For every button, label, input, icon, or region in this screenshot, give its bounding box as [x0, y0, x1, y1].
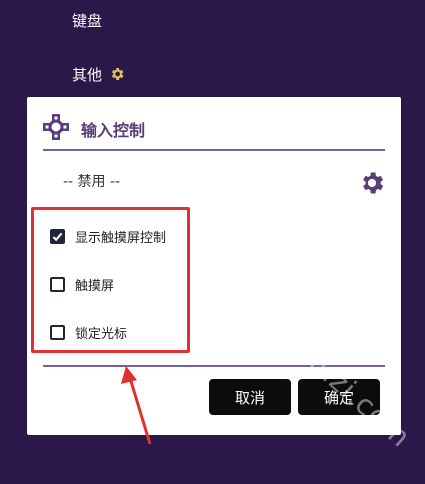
checkbox-unchecked-icon[interactable] — [50, 277, 65, 292]
checkbox-unchecked-icon[interactable] — [50, 325, 65, 340]
divider — [43, 149, 385, 151]
settings-button[interactable] — [358, 169, 386, 197]
checkbox-label: 触摸屏 — [75, 279, 115, 294]
checkbox-checked-icon[interactable] — [50, 229, 65, 244]
mode-select[interactable]: -- 禁用 -- — [63, 171, 120, 191]
gear-icon — [109, 66, 125, 86]
gamepad-icon — [41, 112, 71, 146]
checkbox-label: 锁定光标 — [75, 327, 128, 342]
checkbox-label: 显示触摸屏控制 — [75, 231, 167, 246]
checkbox-touchscreen[interactable]: 触摸屏 — [50, 275, 114, 294]
menu-item-other[interactable]: 其他 — [72, 64, 125, 86]
menu-item-keyboard[interactable]: 键盘 — [72, 10, 102, 31]
cancel-button-label: 取消 — [234, 388, 265, 407]
cancel-button[interactable]: 取消 — [209, 379, 291, 415]
menu-item-label: 键盘 — [72, 12, 103, 30]
mode-select-value: -- 禁用 -- — [63, 174, 121, 190]
gear-icon — [358, 172, 386, 201]
checkbox-show-touch-controls[interactable]: 显示触摸屏控制 — [50, 227, 166, 246]
menu-item-label: 其他 — [72, 66, 103, 84]
dialog-title: 输入控制 — [81, 121, 146, 140]
dialog-header: 输入控制 — [41, 113, 145, 145]
checkbox-lock-cursor[interactable]: 锁定光标 — [50, 323, 127, 342]
